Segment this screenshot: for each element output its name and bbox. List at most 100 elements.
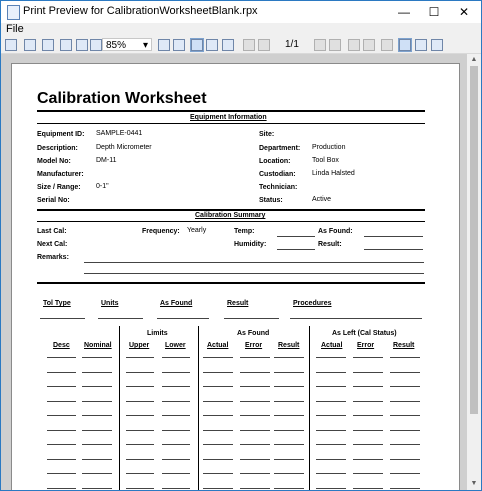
af-error-column-header: Error (245, 342, 263, 349)
entry-line (82, 459, 112, 460)
selection-tool-icon[interactable] (415, 39, 427, 51)
entry-line (353, 488, 383, 489)
summary-section-header: Calibration Summary (195, 212, 266, 219)
entry-line (316, 488, 346, 489)
custodian-value: Linda Halsted (312, 170, 355, 177)
single-page-icon[interactable] (190, 38, 204, 52)
entry-line (274, 444, 304, 445)
refresh-icon[interactable] (381, 39, 393, 51)
page-indicator[interactable]: 1/1 (285, 39, 299, 50)
maximize-button[interactable]: ☐ (419, 1, 449, 23)
as-found-label: As Found: (318, 228, 353, 235)
fit-page-icon[interactable] (173, 39, 185, 51)
entry-line (316, 473, 346, 474)
as-found-group-header: As Found (237, 330, 270, 337)
entry-line (203, 386, 233, 387)
entry-line (240, 401, 270, 402)
entry-line (274, 459, 304, 460)
entry-line (316, 401, 346, 402)
multi-page-icon[interactable] (206, 39, 218, 51)
entry-line (353, 473, 383, 474)
divider (37, 282, 425, 284)
temp-field (277, 236, 315, 237)
entry-line (316, 357, 346, 358)
snapshot-icon[interactable] (431, 39, 443, 51)
page-layout-dropdown-icon[interactable] (222, 39, 234, 51)
last-cal-label: Last Cal: (37, 228, 67, 235)
entry-line (47, 473, 76, 474)
find-icon[interactable] (42, 39, 54, 51)
back-icon[interactable] (348, 39, 360, 51)
first-page-icon[interactable] (243, 39, 255, 51)
entry-line (390, 357, 420, 358)
next-page-icon[interactable] (314, 39, 326, 51)
result-header: Result (227, 300, 249, 307)
divider (37, 221, 425, 222)
minimize-button[interactable]: — (389, 1, 419, 23)
al-error-column-header: Error (357, 342, 375, 349)
result-tol-field (224, 318, 279, 319)
entry-line (390, 459, 420, 460)
entry-line (390, 401, 420, 402)
forward-icon[interactable] (363, 39, 375, 51)
menu-file[interactable]: File (6, 23, 24, 35)
entry-line (203, 488, 233, 489)
zoom-select[interactable]: 85% ▾ (102, 38, 152, 51)
zoom-in-icon[interactable] (90, 39, 102, 51)
entry-line (162, 430, 190, 431)
binoculars-icon[interactable] (60, 39, 72, 51)
divider (37, 123, 425, 124)
preview-viewport[interactable]: Calibration Worksheet Equipment Informat… (1, 54, 467, 490)
entry-line (47, 488, 76, 489)
entry-line (126, 357, 154, 358)
entry-line (47, 459, 76, 460)
scrollbar-thumb[interactable] (470, 66, 478, 414)
entry-line (274, 357, 304, 358)
humidity-label: Humidity: (234, 241, 267, 248)
chevron-down-icon: ▾ (142, 40, 148, 51)
as-left-group-header: As Left (Cal Status) (332, 330, 397, 337)
result-field (364, 249, 423, 250)
scroll-up-icon[interactable]: ▲ (467, 54, 481, 66)
site-label: Site: (259, 131, 275, 138)
report-page: Calibration Worksheet Equipment Informat… (11, 63, 460, 490)
hand-tool-icon[interactable] (398, 38, 412, 52)
fit-width-icon[interactable] (158, 39, 170, 51)
entry-line (82, 488, 112, 489)
entry-line (274, 430, 304, 431)
department-value: Production (312, 144, 346, 151)
manufacturer-label: Manufacturer: (37, 171, 84, 178)
zoom-out-icon[interactable] (76, 39, 88, 51)
entry-line (274, 473, 304, 474)
column-separator (119, 326, 120, 490)
close-button[interactable]: ✕ (449, 1, 479, 23)
entry-line (240, 415, 270, 416)
scroll-down-icon[interactable]: ▼ (467, 478, 481, 490)
as-found-tol-field (157, 318, 209, 319)
entry-line (353, 401, 383, 402)
title-bar[interactable]: Print Preview for CalibrationWorksheetBl… (1, 1, 481, 23)
window-title: Print Preview for CalibrationWorksheetBl… (23, 5, 258, 17)
entry-line (240, 386, 270, 387)
vertical-scrollbar[interactable]: ▲ ▼ (467, 54, 481, 490)
entry-line (353, 415, 383, 416)
entry-line (390, 430, 420, 431)
location-label: Location: (259, 158, 291, 165)
entry-line (47, 430, 76, 431)
entry-line (126, 473, 154, 474)
column-separator (309, 326, 310, 490)
entry-line (47, 415, 76, 416)
as-found-header: As Found (160, 300, 193, 307)
last-page-icon[interactable] (329, 39, 341, 51)
limits-header: Limits (147, 330, 168, 337)
print-icon[interactable] (24, 39, 36, 51)
entry-line (390, 386, 420, 387)
entry-line (274, 372, 304, 373)
copy-icon[interactable] (5, 39, 17, 51)
entry-line (82, 401, 112, 402)
entry-line (162, 488, 190, 489)
previous-page-icon[interactable] (258, 39, 270, 51)
remarks-label: Remarks: (37, 254, 69, 261)
entry-line (126, 386, 154, 387)
entry-line (203, 444, 233, 445)
